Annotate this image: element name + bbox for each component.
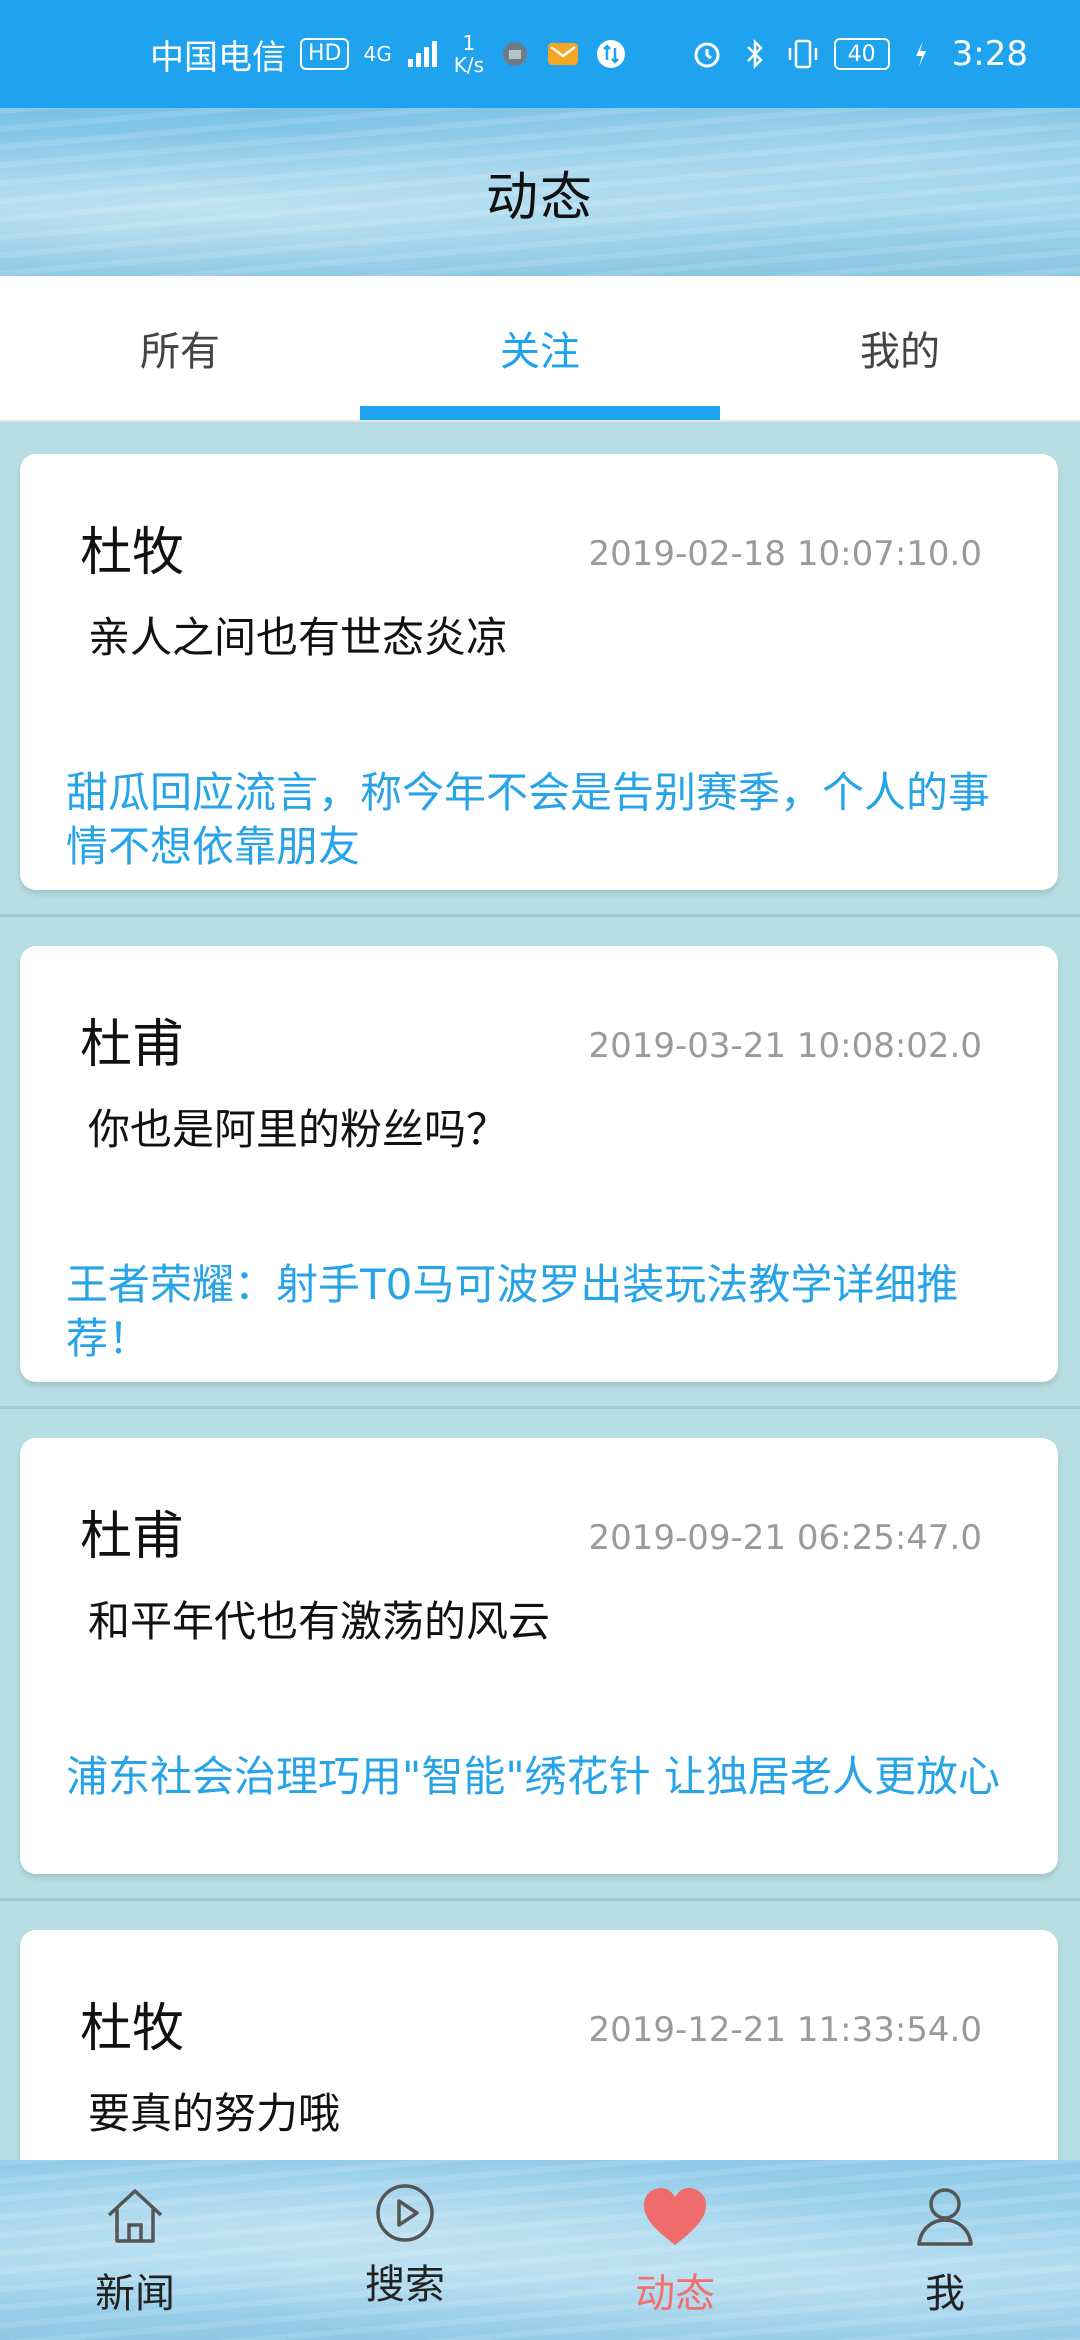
title-bar: 动态 bbox=[0, 108, 1080, 276]
post-content: 要真的努力哦 bbox=[88, 2089, 341, 2138]
active-tab-indicator bbox=[360, 406, 720, 420]
post-card[interactable]: 杜牧 2019-02-18 10:07:10.0 亲人之间也有世态炎凉 甜瓜回应… bbox=[20, 454, 1058, 890]
network-speed: 1 K/s bbox=[454, 32, 484, 76]
post-content: 和平年代也有激荡的风云 bbox=[88, 1597, 551, 1646]
post-time: 2019-03-21 10:08:02.0 bbox=[588, 1026, 982, 1066]
post-card[interactable]: 杜甫 2019-09-21 06:25:47.0 和平年代也有激荡的风云 浦东社… bbox=[20, 1438, 1058, 1874]
tab-label: 所有 bbox=[140, 329, 220, 375]
hd-badge: HD bbox=[300, 38, 350, 70]
signal-icon bbox=[406, 37, 440, 71]
shared-news-link[interactable]: 王者荣耀：射手T0马可波罗出装玩法教学详细推荐！ bbox=[66, 1258, 1014, 1366]
mail-icon bbox=[546, 37, 580, 71]
tab-label: 我的 bbox=[860, 329, 940, 375]
post-card[interactable]: 杜甫 2019-03-21 10:08:02.0 你也是阿里的粉丝吗？ 王者荣耀… bbox=[20, 946, 1058, 1382]
status-bar: 中国电信 HD 4G 1 K/s 40 3:28 bbox=[0, 0, 1080, 108]
nav-search[interactable]: 搜索 bbox=[270, 2160, 540, 2340]
app-notification-icon bbox=[498, 37, 532, 71]
post-author[interactable]: 杜牧 bbox=[80, 510, 184, 585]
clock: 3:28 bbox=[951, 34, 1028, 74]
shared-news-link[interactable]: 浦东社会治理巧用"智能"绣花针 让独居老人更放心 bbox=[66, 1750, 1014, 1804]
vibrate-icon bbox=[786, 37, 820, 71]
data-transfer-icon bbox=[594, 37, 628, 71]
heart-icon bbox=[640, 2181, 710, 2251]
nav-label: 新闻 bbox=[95, 2271, 175, 2317]
post-author[interactable]: 杜甫 bbox=[80, 1494, 184, 1569]
post-time: 2019-02-18 10:07:10.0 bbox=[588, 534, 982, 574]
post-author[interactable]: 杜甫 bbox=[80, 1002, 184, 1077]
bluetooth-icon bbox=[738, 37, 772, 71]
divider bbox=[0, 1898, 1080, 1901]
divider bbox=[0, 1406, 1080, 1409]
nav-me[interactable]: 我 bbox=[810, 2160, 1080, 2340]
post-time: 2019-09-21 06:25:47.0 bbox=[588, 1518, 982, 1558]
divider bbox=[0, 914, 1080, 917]
charging-icon bbox=[904, 37, 938, 71]
nav-news[interactable]: 新闻 bbox=[0, 2160, 270, 2340]
post-author[interactable]: 杜牧 bbox=[80, 1986, 184, 2061]
play-icon bbox=[370, 2178, 440, 2248]
post-feed[interactable]: 杜牧 2019-02-18 10:07:10.0 亲人之间也有世态炎凉 甜瓜回应… bbox=[0, 422, 1080, 2162]
nav-feed[interactable]: 动态 bbox=[540, 2160, 810, 2340]
alarm-icon bbox=[690, 37, 724, 71]
person-icon bbox=[910, 2181, 980, 2251]
tab-all[interactable]: 所有 bbox=[0, 276, 360, 420]
speed-unit: K/s bbox=[453, 53, 484, 77]
nav-label: 搜索 bbox=[365, 2262, 445, 2308]
post-content: 亲人之间也有世态炎凉 bbox=[88, 613, 509, 662]
tab-label: 关注 bbox=[500, 329, 580, 375]
carrier-label: 中国电信 bbox=[150, 37, 286, 78]
nav-label: 动态 bbox=[635, 2271, 715, 2317]
post-card[interactable]: 杜牧 2019-12-21 11:33:54.0 要真的努力哦 bbox=[20, 1930, 1058, 2162]
nav-label: 我 bbox=[925, 2271, 965, 2317]
speed-value: 1 bbox=[462, 31, 476, 55]
network-type: 4G bbox=[363, 42, 392, 66]
post-content: 你也是阿里的粉丝吗？ bbox=[88, 1105, 509, 1154]
page-title: 动态 bbox=[485, 167, 594, 228]
tab-mine[interactable]: 我的 bbox=[720, 276, 1080, 420]
shared-news-link[interactable]: 甜瓜回应流言，称今年不会是告别赛季，个人的事情不想依靠朋友 bbox=[66, 766, 1014, 874]
tab-bar: 所有 关注 我的 bbox=[0, 276, 1080, 422]
tab-following[interactable]: 关注 bbox=[360, 276, 720, 420]
bottom-nav: 新闻 搜索 动态 我 bbox=[0, 2160, 1080, 2340]
home-icon bbox=[100, 2181, 170, 2251]
post-time: 2019-12-21 11:33:54.0 bbox=[588, 2010, 982, 2050]
battery-indicator: 40 bbox=[833, 38, 890, 70]
